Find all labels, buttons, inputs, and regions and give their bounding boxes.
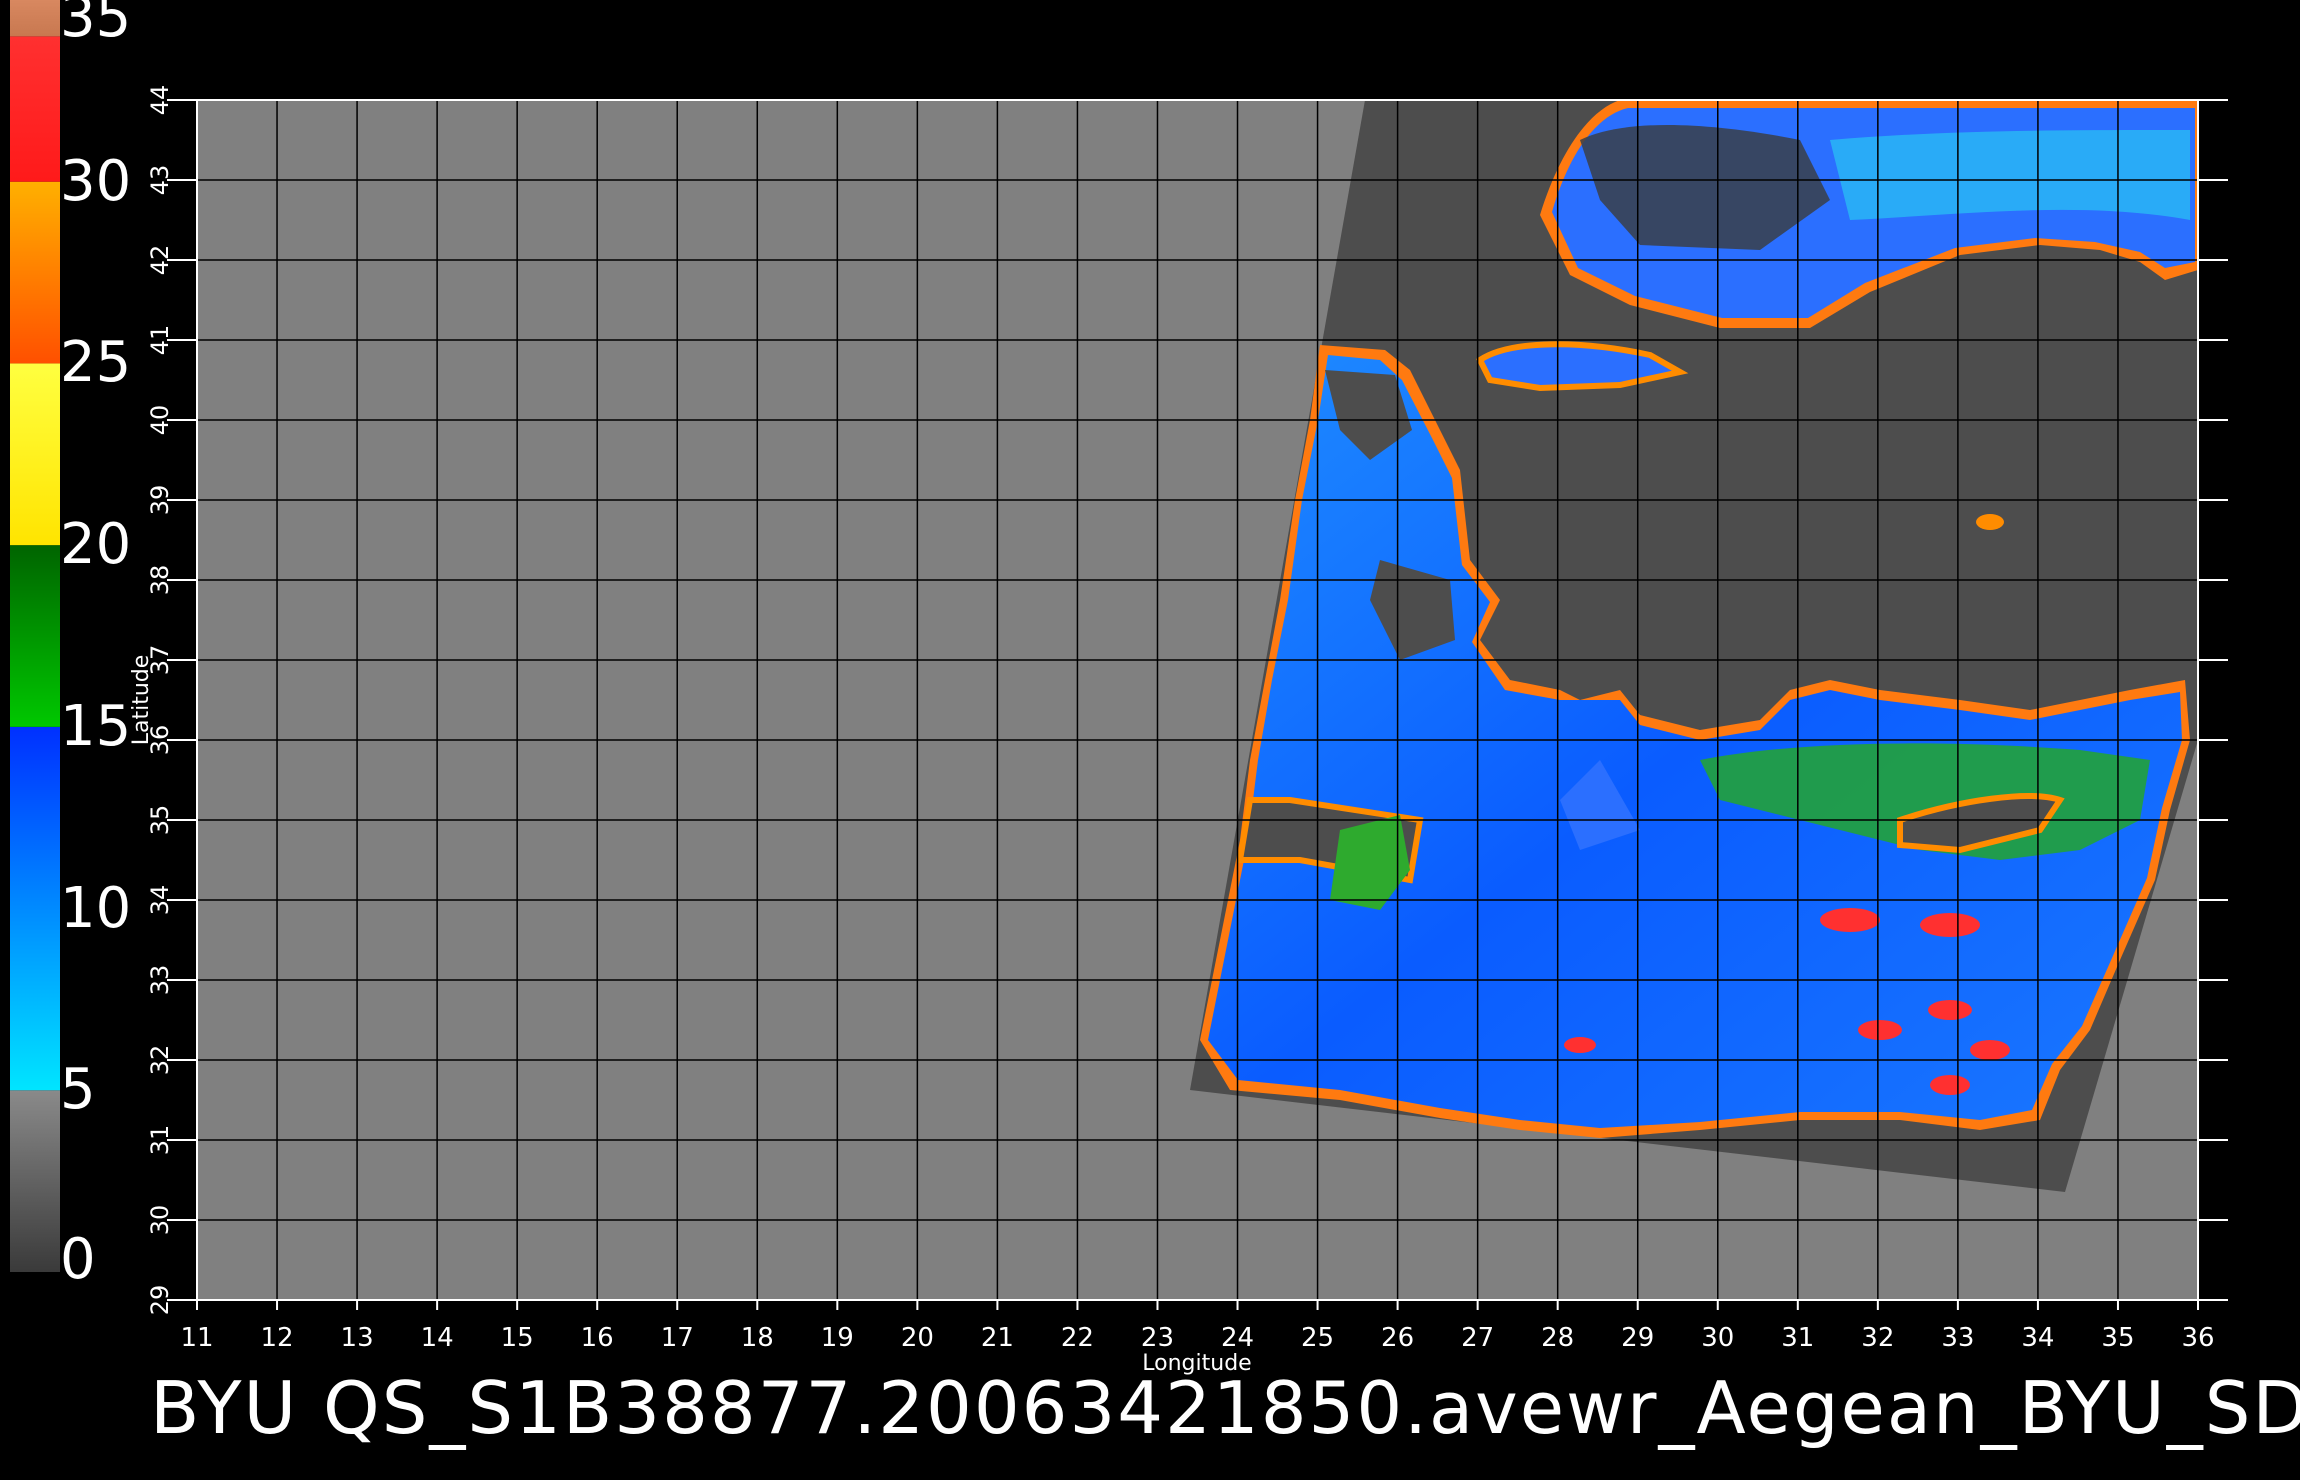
- x-tick-label: 32: [1861, 1323, 1894, 1353]
- wind-speed-colorbar: [10, 0, 60, 1272]
- y-tick-label: 43: [146, 165, 174, 196]
- x-tick-label: 27: [1461, 1323, 1494, 1353]
- x-tick-label: 30: [1701, 1323, 1734, 1353]
- colorbar-tick-label: 10: [60, 875, 132, 941]
- wind-speed-map: 11 12 13 14 15 16 17 18 19 20 21 22 23 24 25 26 27 28 29 30…: [129, 85, 2228, 1376]
- colorbar-segment: [10, 36, 60, 182]
- y-tick-label: 41: [146, 325, 174, 356]
- colorbar-segment: [10, 545, 60, 727]
- colorbar-segment: [10, 181, 60, 364]
- colorbar-tick-label: 30: [60, 148, 132, 214]
- colorbar-tick-label: 15: [60, 693, 132, 759]
- x-tick-label: 17: [661, 1323, 694, 1353]
- y-tick-label: 35: [146, 805, 174, 836]
- colorbar-segment: [10, 0, 60, 37]
- colorbar-tick-label: 0: [60, 1227, 96, 1292]
- x-tick-label: 18: [741, 1323, 774, 1353]
- x-tick-label: 11: [180, 1323, 213, 1353]
- y-tick-label: 29: [146, 1285, 174, 1316]
- y-tick-label: 40: [146, 405, 174, 436]
- x-tick-label: 12: [260, 1323, 293, 1353]
- x-tick-label: 28: [1541, 1323, 1574, 1353]
- x-tick-label: 26: [1381, 1323, 1414, 1353]
- y-tick-label: 31: [146, 1125, 174, 1156]
- x-tick-label: 13: [341, 1323, 374, 1353]
- x-tick-label: 35: [2101, 1323, 2134, 1353]
- y-tick-label: 44: [146, 85, 174, 116]
- x-tick-label: 36: [2181, 1323, 2214, 1353]
- x-tick-label: 20: [901, 1323, 934, 1353]
- x-tick-label: 22: [1061, 1323, 1094, 1353]
- y-tick-label: 32: [146, 1045, 174, 1076]
- x-tick-label: 16: [581, 1323, 614, 1353]
- x-tick-label: 31: [1781, 1323, 1814, 1353]
- y-tick-label: 33: [146, 965, 174, 996]
- y-axis-label: Latitude: [129, 655, 154, 746]
- colorbar-tick-label: 5: [60, 1057, 96, 1123]
- colorbar-segment: [10, 726, 60, 1091]
- x-tick-label: 14: [421, 1323, 454, 1353]
- colorbar-segment: [10, 1090, 60, 1272]
- y-tick-label: 42: [146, 245, 174, 276]
- colorbar-segment: [10, 363, 60, 546]
- x-tick-label: 15: [501, 1323, 534, 1353]
- y-tick-label: 34: [146, 885, 174, 916]
- x-tick-label: 33: [1941, 1323, 1974, 1353]
- x-tick-label: 21: [981, 1323, 1014, 1353]
- y-tick-label: 30: [146, 1205, 174, 1236]
- y-tick-label: 38: [146, 565, 174, 596]
- y-tick-label: 39: [146, 485, 174, 516]
- colorbar-tick-label: 35: [60, 0, 132, 50]
- x-tick-label: 29: [1621, 1323, 1654, 1353]
- x-tick-label: 34: [2021, 1323, 2054, 1353]
- x-tick-label: 19: [821, 1323, 854, 1353]
- x-tick-label: 23: [1141, 1323, 1174, 1353]
- x-tick-label: 24: [1221, 1323, 1254, 1353]
- x-tick-label: 25: [1301, 1323, 1334, 1353]
- longitude-axis: 11 12 13 14 15 16 17 18 19 20 21 22 23 24 25 26 27 28 29 30…: [180, 1300, 2215, 1353]
- image-caption: BYU QS_S1B38877.20063421850.avewr_Aegean…: [150, 1366, 2300, 1450]
- colorbar-tick-label: 20: [60, 512, 132, 578]
- colorbar-tick-label: 25: [60, 330, 132, 396]
